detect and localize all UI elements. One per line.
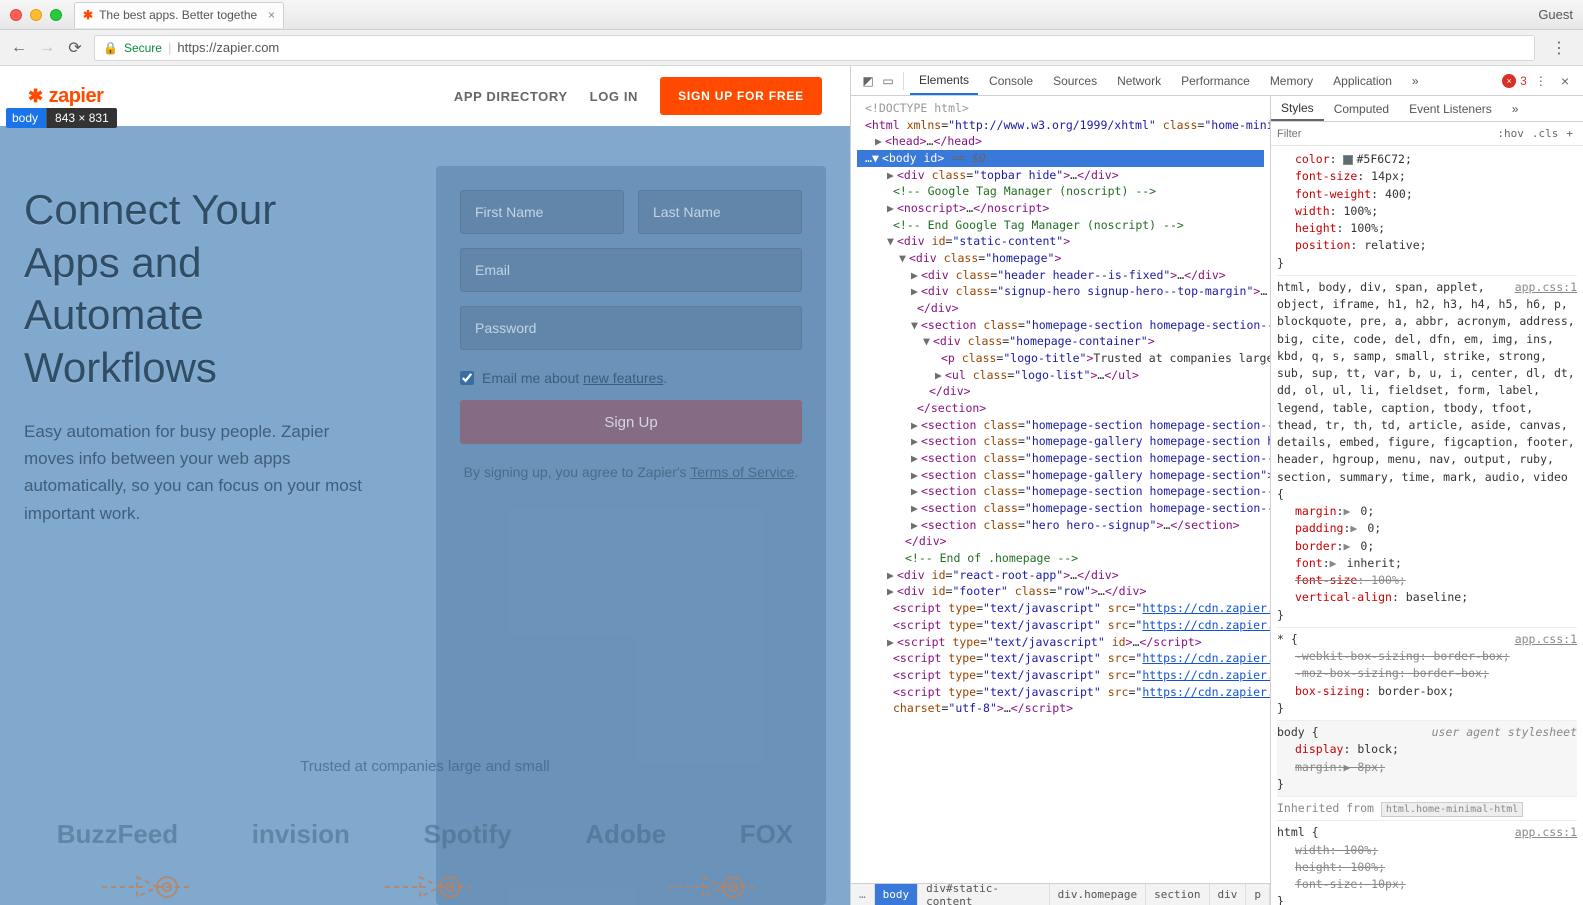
crumb[interactable]: div#static-content [918,884,1050,905]
tooltip-dimensions: 843 × 831 [46,108,117,128]
add-rule-icon[interactable]: + [1562,127,1577,140]
hov-toggle[interactable]: :hov [1493,127,1528,140]
styles-rules[interactable]: color: #5F6C72; font-size: 14px; font-we… [1271,146,1583,905]
tooltip-element-tag: body [6,108,46,128]
tos-link[interactable]: Terms of Service [690,464,794,480]
window-titlebar: ✱ The best apps. Better togethe × Guest [0,0,1583,30]
nav-signup-button[interactable]: SIGN UP FOR FREE [660,77,822,115]
crumb[interactable]: p [1246,884,1270,905]
browser-toolbar: ← → ⟳ 🔒 Secure | https://zapier.com ⋮ [0,30,1583,66]
terms-text: By signing up, you agree to Zapier's Ter… [460,462,802,483]
signup-submit-button[interactable]: Sign Up [460,400,802,444]
page-viewport: ✱ zapier APP DIRECTORY LOG IN SIGN UP FO… [0,66,850,905]
inspect-element-icon[interactable]: ◩ [859,74,877,88]
styles-tabs-more-icon[interactable]: » [1502,96,1529,121]
tab-performance[interactable]: Performance [1172,66,1259,95]
site-nav: APP DIRECTORY LOG IN SIGN UP FOR FREE [454,77,822,115]
tab-elements[interactable]: Elements [910,66,978,95]
tabs-more-icon[interactable]: » [1403,66,1428,95]
crumb[interactable]: div.homepage [1050,884,1146,905]
cls-toggle[interactable]: .cls [1528,127,1563,140]
email-me-checkbox[interactable] [460,371,474,385]
crumb[interactable]: section [1146,884,1209,905]
forward-button: → [38,39,56,57]
crumb[interactable]: div [1210,884,1247,905]
error-count[interactable]: 3 [1520,74,1527,88]
styles-tabbar: Styles Computed Event Listeners » [1271,96,1583,122]
styles-panel: Styles Computed Event Listeners » :hov .… [1271,96,1583,905]
reload-button[interactable]: ⟳ [66,38,84,58]
new-features-link[interactable]: new features [583,370,663,386]
first-name-input[interactable] [460,190,624,234]
last-name-input[interactable] [638,190,802,234]
styles-filter-bar: :hov .cls + [1271,122,1583,146]
tab-event-listeners[interactable]: Event Listeners [1399,96,1502,121]
tab-styles[interactable]: Styles [1271,96,1324,121]
nav-app-directory[interactable]: APP DIRECTORY [454,89,568,104]
logo-invision: invision [252,819,350,850]
secure-label: Secure [124,41,162,55]
rocket-icon [648,862,768,905]
favicon-icon: ✱ [83,8,93,22]
company-logos: BuzzFeed invision Spotify Adobe FOX [0,819,850,850]
site-header: ✱ zapier APP DIRECTORY LOG IN SIGN UP FO… [0,66,850,126]
logo-buzzfeed: BuzzFeed [57,819,178,850]
crumb-body[interactable]: body [875,884,919,905]
tab-sources[interactable]: Sources [1044,66,1106,95]
logo-spotify: Spotify [424,819,512,850]
rocket-icon [82,862,202,905]
tab-application[interactable]: Application [1324,66,1401,95]
maximize-window-button[interactable] [50,9,62,21]
dom-breadcrumbs[interactable]: … body div#static-content div.homepage s… [851,883,1270,905]
tab-network[interactable]: Network [1108,66,1170,95]
tab-console[interactable]: Console [980,66,1042,95]
signup-card: Email me about new features. Sign Up By … [436,166,826,905]
dom-tree[interactable]: <!DOCTYPE html> <html xmlns="http://www.… [851,96,1270,883]
devtools-tabbar: ◩ ▭ Elements Console Sources Network Per… [851,66,1583,96]
hero-title: Connect Your Apps and Automate Workflows [24,184,376,394]
devtools-settings-icon[interactable]: ⋮ [1529,74,1553,88]
dom-panel: <!DOCTYPE html> <html xmlns="http://www.… [851,96,1271,905]
browser-tab[interactable]: ✱ The best apps. Better togethe × [74,2,284,28]
address-url: https://zapier.com [177,40,279,55]
nav-login[interactable]: LOG IN [590,89,638,104]
rocket-decorations [0,862,850,905]
tab-title: The best apps. Better togethe [99,8,257,22]
password-input[interactable] [460,306,802,350]
logo-asterisk-icon: ✱ [28,86,43,107]
logo-adobe: Adobe [585,819,666,850]
zapier-logo[interactable]: ✱ zapier [28,85,103,108]
tab-memory[interactable]: Memory [1261,66,1322,95]
tab-close-icon[interactable]: × [268,8,275,22]
back-button[interactable]: ← [10,39,28,57]
rocket-icon [365,862,485,905]
trusted-heading: Trusted at companies large and small [0,758,850,775]
address-bar[interactable]: 🔒 Secure | https://zapier.com [94,35,1535,61]
email-input[interactable] [460,248,802,292]
hero-subtitle: Easy automation for busy people. Zapier … [24,418,376,527]
close-window-button[interactable] [10,9,22,21]
styles-filter-input[interactable] [1277,128,1493,140]
lock-icon: 🔒 [103,41,118,55]
logo-fox: FOX [740,819,793,850]
browser-menu-icon[interactable]: ⋮ [1545,38,1573,58]
minimize-window-button[interactable] [30,9,42,21]
tab-computed[interactable]: Computed [1324,96,1399,121]
profile-label[interactable]: Guest [1538,7,1573,22]
devtools-panel: ◩ ▭ Elements Console Sources Network Per… [850,66,1583,905]
error-badge-icon[interactable]: × [1502,74,1516,88]
device-toggle-icon[interactable]: ▭ [879,74,897,88]
hero-section: Connect Your Apps and Automate Workflows… [0,126,850,905]
devtools-close-icon[interactable]: × [1555,73,1575,89]
inspect-dimension-tooltip: body 843 × 831 [6,108,117,128]
traffic-lights [10,9,62,21]
